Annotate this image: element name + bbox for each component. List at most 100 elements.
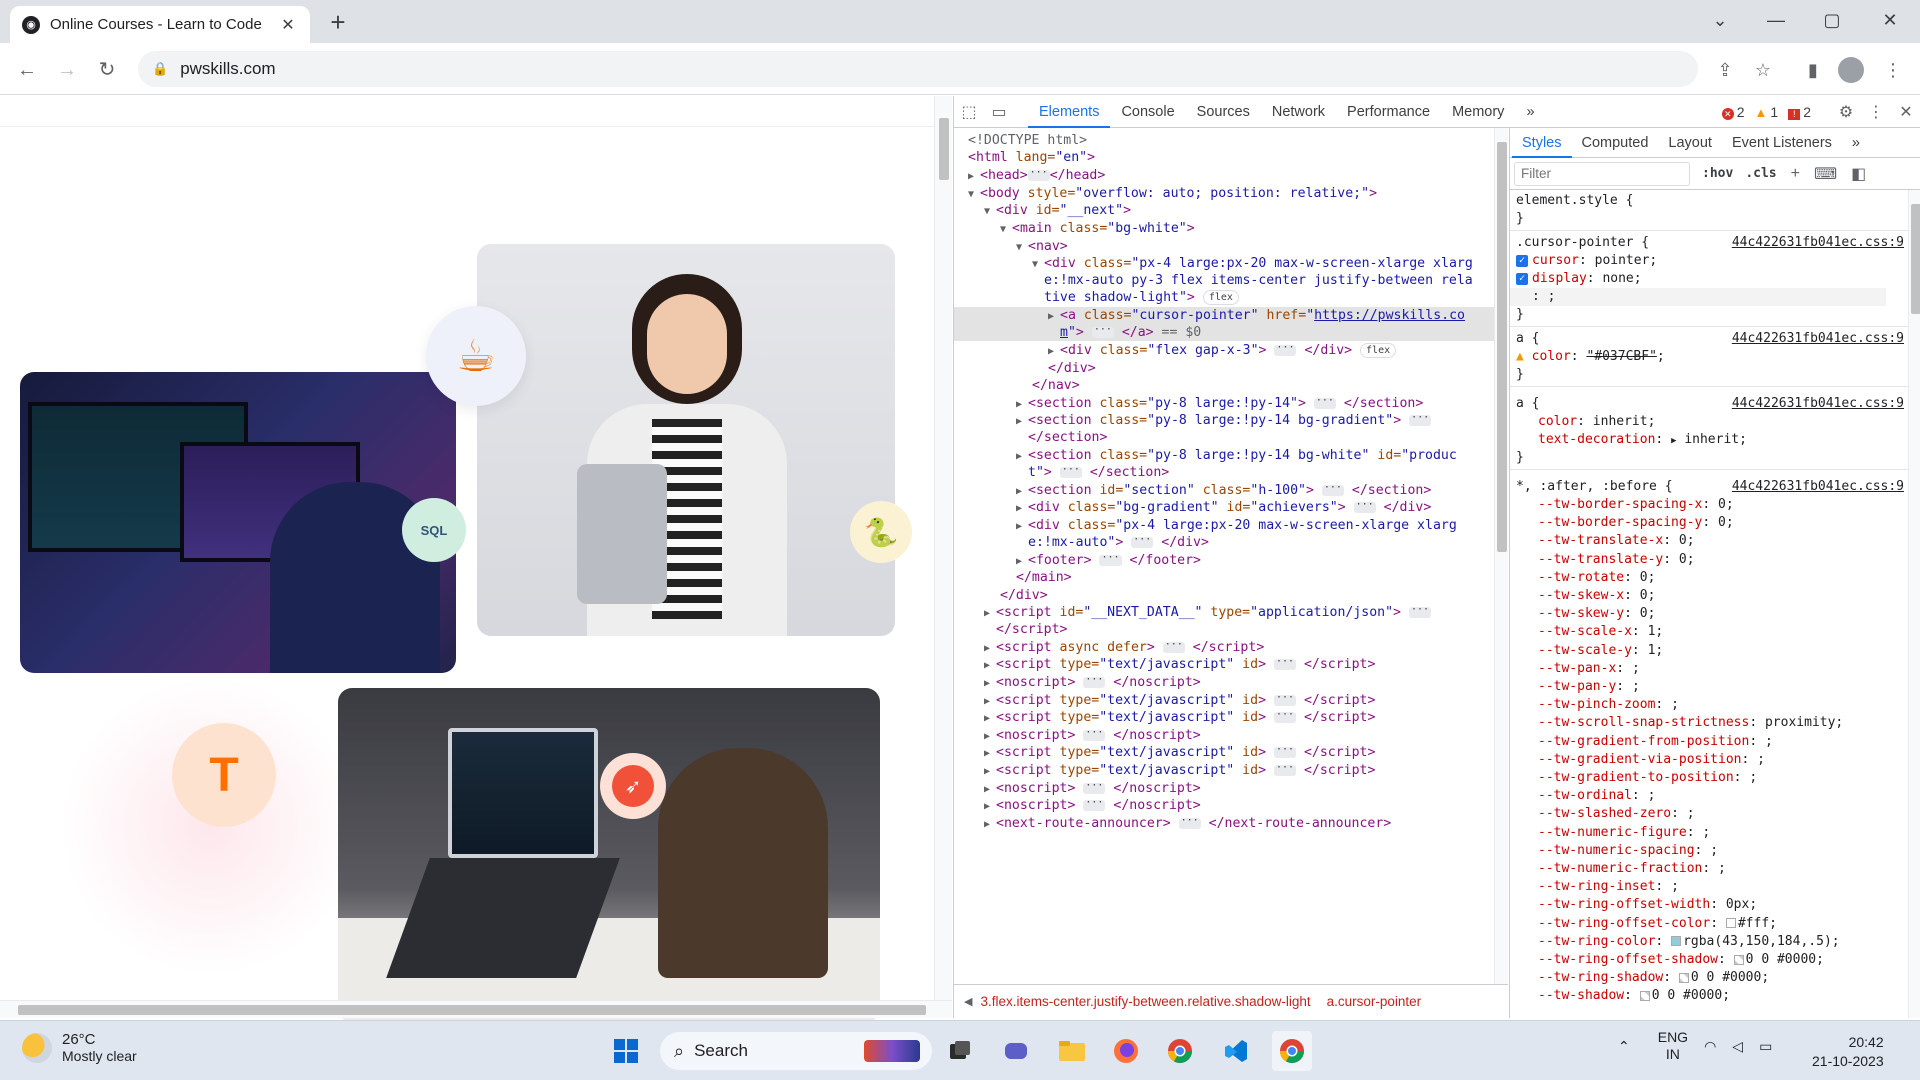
devtools-menu-icon[interactable]: ⋮ — [1861, 96, 1891, 128]
minimize-button[interactable]: — — [1756, 6, 1796, 34]
rule-universal[interactable]: *, :after, :before {44c422631fb041ec.css… — [1510, 478, 1910, 496]
language-indicator[interactable]: ENG IN — [1658, 1029, 1688, 1063]
dom-nav-div-cont[interactable]: e:!mx-auto py-3 flex items-center justif… — [954, 272, 1494, 289]
dom-noscript-2[interactable]: ▶ <noscript> ··· </noscript> — [954, 727, 1494, 744]
tab-network[interactable]: Network — [1261, 96, 1336, 128]
decl-tw-variable[interactable]: --tw-border-spacing-y: 0; — [1510, 514, 1910, 532]
decl-tw-variable[interactable]: --tw-ring-offset-width: 0px; — [1510, 896, 1910, 914]
decl-tw-variable[interactable]: --tw-numeric-fraction: ; — [1510, 860, 1910, 878]
decl-tw-variable[interactable]: --tw-pan-y: ; — [1510, 678, 1910, 696]
decl-cursor[interactable]: ✓ cursor: pointer; — [1510, 252, 1910, 270]
dom-next-data-script[interactable]: ▶ <script id="__NEXT_DATA__" type="applic… — [954, 604, 1494, 621]
bookmark-star-icon[interactable]: ☆ — [1750, 57, 1776, 83]
inspect-element-icon[interactable]: ⬚ — [954, 96, 984, 128]
decl-color-inherit[interactable]: color: inherit; — [1510, 413, 1910, 431]
page-vertical-scrollbar[interactable] — [934, 96, 952, 1000]
rule-element-style[interactable]: element.style { — [1510, 192, 1910, 210]
tray-chevron-icon[interactable]: ⌃ — [1618, 1038, 1630, 1055]
tab-console[interactable]: Console — [1110, 96, 1185, 128]
dom-nav[interactable]: ▼ <nav> — [954, 238, 1494, 255]
dom-container-div[interactable]: ▶ <div class="px-4 large:px-20 max-w-scre… — [954, 517, 1494, 534]
maximize-button[interactable]: ▢ — [1812, 6, 1852, 34]
decl-tw-variable[interactable]: --tw-skew-x: 0; — [1510, 587, 1910, 605]
decl-tw-variable[interactable]: --tw-rotate: 0; — [1510, 569, 1910, 587]
dom-nav-close[interactable]: </nav> — [954, 377, 1494, 394]
dom-div-close[interactable]: </div> — [954, 360, 1494, 377]
issues-counter[interactable]: ✕ 2 ▲ 1 ! 2 — [1721, 104, 1811, 120]
tab-memory[interactable]: Memory — [1441, 96, 1515, 128]
tab-performance[interactable]: Performance — [1336, 96, 1441, 128]
decl-tw-variable[interactable]: --tw-ordinal: ; — [1510, 787, 1910, 805]
decl-display[interactable]: ✓ display: none; — [1510, 270, 1910, 288]
dom-anchor-selected[interactable]: ▶ <a class="cursor-pointer" href="https:/… — [954, 307, 1494, 324]
decl-tw-variable[interactable]: --tw-translate-x: 0; — [1510, 532, 1910, 550]
more-subtabs-icon[interactable]: » — [1842, 128, 1870, 158]
teams-chat-icon[interactable] — [996, 1031, 1036, 1071]
decl-tw-variable[interactable]: --tw-ring-offset-color: #fff; — [1510, 915, 1910, 933]
dom-section-3[interactable]: ▶ <section class="py-8 large:!py-14 bg-wh… — [954, 447, 1494, 464]
task-view-icon[interactable] — [940, 1031, 980, 1071]
tab-search-icon[interactable]: ⌄ — [1700, 6, 1740, 34]
lock-icon[interactable]: 🔒 — [152, 61, 168, 77]
dom-nav-div-cont2[interactable]: tive shadow-light"> flex — [954, 289, 1494, 306]
decl-tw-variable[interactable]: --tw-pinch-zoom: ; — [1510, 696, 1910, 714]
dom-section-1[interactable]: ▶ <section class="py-8 large:!py-14"> ···… — [954, 395, 1494, 412]
decl-tw-variable[interactable]: --tw-border-spacing-x: 0; — [1510, 496, 1910, 514]
tab-sources[interactable]: Sources — [1186, 96, 1261, 128]
url-text[interactable]: pwskills.com — [180, 59, 275, 79]
dom-tree[interactable]: <!DOCTYPE html> <html lang="en"> ▶ <head>… — [954, 128, 1494, 984]
dom-section-2-close[interactable]: </section> — [954, 429, 1494, 446]
dom-section-2[interactable]: ▶ <section class="py-8 large:!py-14 bg-gr… — [954, 412, 1494, 429]
class-toggle-button[interactable]: .cls — [1745, 166, 1776, 181]
tab-close-icon[interactable]: ✕ — [278, 15, 298, 35]
dom-route-announcer[interactable]: ▶ <next-route-announcer> ··· </next-route… — [954, 815, 1494, 832]
dom-tree-scrollbar[interactable] — [1494, 128, 1508, 984]
decl-tw-variable[interactable]: --tw-scale-x: 1; — [1510, 623, 1910, 641]
tab-elements[interactable]: Elements — [1028, 96, 1111, 128]
dom-html[interactable]: <html lang="en"> — [954, 149, 1494, 166]
decl-text-decoration[interactable]: text-decoration: ▶ inherit; — [1510, 431, 1910, 449]
chrome-menu-icon[interactable]: ⋮ — [1880, 57, 1906, 83]
dom-achievers-div[interactable]: ▶ <div class="bg-gradient" id="achievers"… — [954, 499, 1494, 516]
decl-tw-variable[interactable]: --tw-ring-inset: ; — [1510, 878, 1910, 896]
breadcrumb-item[interactable]: 3.flex.items-center.justify-between.rela… — [972, 994, 1318, 1009]
battery-icon[interactable]: ▭ — [1759, 1038, 1772, 1055]
dom-footer[interactable]: ▶ <footer> ··· </footer> — [954, 552, 1494, 569]
chrome-icon[interactable] — [1160, 1031, 1200, 1071]
dom-noscript-3[interactable]: ▶ <noscript> ··· </noscript> — [954, 780, 1494, 797]
forward-icon[interactable]: → — [52, 55, 82, 85]
rule-a-color[interactable]: a {44c422631fb041ec.css:9 — [1510, 330, 1910, 348]
decl-tw-variable[interactable]: --tw-numeric-figure: ; — [1510, 824, 1910, 842]
dom-next-close[interactable]: </div> — [954, 587, 1494, 604]
rule-a-inherit[interactable]: a {44c422631fb041ec.css:9 — [1510, 395, 1910, 413]
checkbox-icon[interactable]: ✓ — [1516, 272, 1528, 285]
decl-tw-variable[interactable]: --tw-ring-color: rgba(43,150,184,.5); — [1510, 933, 1910, 951]
flex-badge[interactable]: flex — [1202, 289, 1239, 305]
dom-container-div-cont[interactable]: e:!mx-auto"> ··· </div> — [954, 534, 1494, 551]
decl-color-invalid[interactable]: ▲ color: "#037CBF"; — [1510, 348, 1910, 366]
close-devtools-icon[interactable]: ✕ — [1891, 96, 1920, 128]
decl-tw-variable[interactable]: --tw-scale-y: 1; — [1510, 642, 1910, 660]
address-bar[interactable]: 🔒 pwskills.com — [138, 51, 1698, 87]
share-icon[interactable]: ⇪ — [1712, 57, 1738, 83]
decl-new-property[interactable]: : ; — [1510, 288, 1886, 306]
tab-styles[interactable]: Styles — [1512, 128, 1572, 158]
paint-icon[interactable]: ⌨ — [1814, 164, 1837, 184]
profile-avatar[interactable] — [1838, 57, 1864, 83]
weather-widget[interactable]: 26°C Mostly clear — [22, 1031, 137, 1064]
close-window-button[interactable]: ✕ — [1870, 6, 1910, 34]
clock[interactable]: 20:42 21-10-2023 — [1812, 1033, 1884, 1071]
hover-state-button[interactable]: :hov — [1702, 166, 1733, 181]
decl-tw-variable[interactable]: --tw-ring-offset-shadow: 0 0 #0000; — [1510, 951, 1910, 969]
decl-tw-variable[interactable]: --tw-pan-x: ; — [1510, 660, 1910, 678]
page-horizontal-scrollbar[interactable] — [0, 1000, 952, 1018]
dom-body[interactable]: ▼ <body style="overflow: auto; position: … — [954, 185, 1494, 202]
settings-gear-icon[interactable]: ⚙ — [1831, 96, 1861, 128]
breadcrumb-item[interactable]: a.cursor-pointer — [1319, 994, 1430, 1009]
browser-tab[interactable]: ◉ Online Courses - Learn to Code ✕ — [10, 6, 310, 43]
taskbar-search[interactable]: ⌕ Search — [660, 1032, 932, 1070]
file-explorer-icon[interactable] — [1052, 1031, 1092, 1071]
decl-tw-variable[interactable]: --tw-slashed-zero: ; — [1510, 805, 1910, 823]
dom-anchor-selected-cont[interactable]: m"> ··· </a> == $0 — [954, 324, 1494, 341]
wifi-icon[interactable]: ◠ — [1704, 1038, 1716, 1055]
